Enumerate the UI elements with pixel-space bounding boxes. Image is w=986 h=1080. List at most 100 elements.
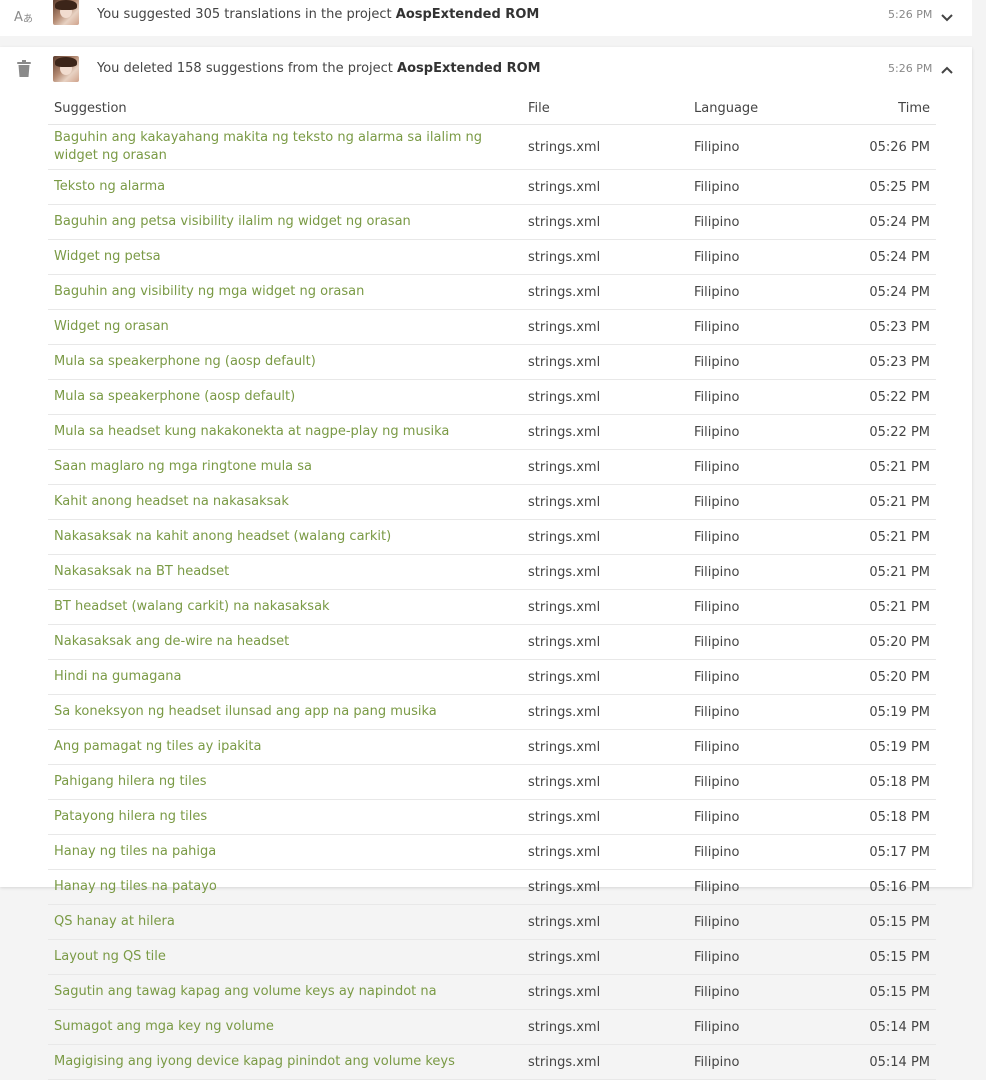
file-cell: strings.xml xyxy=(522,799,688,835)
suggestion-link[interactable]: Magigising ang iyong device kapag pinind… xyxy=(48,1044,522,1080)
time-cell: 05:20 PM xyxy=(798,659,936,695)
table-row: Widget ng orasan strings.xml Filipino 05:23… xyxy=(48,309,936,345)
header-time: Time xyxy=(798,92,936,125)
time-cell: 05:20 PM xyxy=(798,624,936,660)
suggestion-link[interactable]: Nakasaksak na BT headset xyxy=(48,554,522,590)
table-row: Ang pamagat ng tiles ay ipakita strings.x… xyxy=(48,729,936,765)
file-cell: strings.xml xyxy=(522,309,688,345)
language-cell: Filipino xyxy=(688,554,798,590)
table-row: Baguhin ang visibility ng mga widget ng … xyxy=(48,274,936,310)
suggestion-link[interactable]: Mula sa headset kung nakakonekta at nagp… xyxy=(48,414,522,450)
file-cell: strings.xml xyxy=(522,1009,688,1045)
language-cell: Filipino xyxy=(688,694,798,730)
suggestion-link[interactable]: Widget ng orasan xyxy=(48,309,522,345)
time-cell: 05:21 PM xyxy=(798,449,936,485)
suggestion-link[interactable]: Nakasaksak ang de-wire na headset xyxy=(48,624,522,660)
suggestion-link[interactable]: Baguhin ang kakayahang makita ng teksto … xyxy=(48,124,522,170)
table-row: Nakasaksak na BT headset strings.xml Filip… xyxy=(48,554,936,590)
table-row: QS hanay at hilera strings.xml Filipino 05:… xyxy=(48,904,936,940)
suggestion-link[interactable]: Kahit anong headset na nakasaksak xyxy=(48,484,522,520)
table-row: Widget ng petsa strings.xml Filipino 05:24 … xyxy=(48,239,936,275)
table-row: Magigising ang iyong device kapag pinind… xyxy=(48,1044,936,1080)
language-cell: Filipino xyxy=(688,764,798,800)
table-row: Sumagot ang mga key ng volume strings.xml… xyxy=(48,1009,936,1045)
table-header-row: Suggestion File Language Time xyxy=(48,92,936,125)
file-cell: strings.xml xyxy=(522,659,688,695)
suggestion-link[interactable]: Sagutin ang tawag kapag ang volume keys … xyxy=(48,974,522,1010)
file-cell: strings.xml xyxy=(522,764,688,800)
language-cell: Filipino xyxy=(688,239,798,275)
suggestion-link[interactable]: BT headset (walang carkit) na nakasaksak xyxy=(48,589,522,625)
suggestion-link[interactable]: Layout ng QS tile xyxy=(48,939,522,975)
file-cell: strings.xml xyxy=(522,589,688,625)
table-row: Layout ng QS tile strings.xml Filipino 05:1… xyxy=(48,939,936,975)
time-cell: 05:21 PM xyxy=(798,519,936,555)
project-link[interactable]: AospExtended ROM xyxy=(396,7,540,22)
chevron-down-icon[interactable] xyxy=(940,8,960,22)
time-cell: 05:14 PM xyxy=(798,1044,936,1080)
activity-text: You suggested 305 translations in the pr… xyxy=(97,7,539,22)
file-cell: strings.xml xyxy=(522,1044,688,1080)
suggestion-link[interactable]: Hanay ng tiles na patayo xyxy=(48,869,522,905)
table-row: Saan maglaro ng mga ringtone mula sa stri… xyxy=(48,449,936,485)
suggestion-link[interactable]: Hindi na gumagana xyxy=(48,659,522,695)
svg-text:あ: あ xyxy=(23,13,33,24)
project-link[interactable]: AospExtended ROM xyxy=(397,61,541,76)
suggestion-link[interactable]: Ang pamagat ng tiles ay ipakita xyxy=(48,729,522,765)
time-cell: 05:16 PM xyxy=(798,869,936,905)
file-cell: strings.xml xyxy=(522,449,688,485)
activity-text: You deleted 158 suggestions from the pro… xyxy=(97,61,541,76)
time-cell: 05:21 PM xyxy=(798,554,936,590)
time-cell: 05:22 PM xyxy=(798,379,936,415)
table-row: Baguhin ang kakayahang makita ng teksto … xyxy=(48,124,936,170)
file-cell: strings.xml xyxy=(522,124,688,170)
suggestion-link[interactable]: Hanay ng tiles na pahiga xyxy=(48,834,522,870)
time-cell: 05:14 PM xyxy=(798,1009,936,1045)
table-row: Sagutin ang tawag kapag ang volume keys … xyxy=(48,974,936,1010)
file-cell: strings.xml xyxy=(522,834,688,870)
translate-icon: A あ xyxy=(14,6,34,26)
suggestion-link[interactable]: Mula sa speakerphone (aosp default) xyxy=(48,379,522,415)
file-cell: strings.xml xyxy=(522,344,688,380)
language-cell: Filipino xyxy=(688,414,798,450)
language-cell: Filipino xyxy=(688,939,798,975)
language-cell: Filipino xyxy=(688,519,798,555)
file-cell: strings.xml xyxy=(522,204,688,240)
file-cell: strings.xml xyxy=(522,974,688,1010)
time-cell: 05:23 PM xyxy=(798,309,936,345)
suggestion-link[interactable]: Saan maglaro ng mga ringtone mula sa xyxy=(48,449,522,485)
language-cell: Filipino xyxy=(688,659,798,695)
suggestion-link[interactable]: Teksto ng alarma xyxy=(48,169,522,205)
suggestions-table: Suggestion File Language Time Baguhin an… xyxy=(48,92,936,1080)
activity-text-prefix: You deleted 158 suggestions from the pro… xyxy=(97,61,398,76)
time-cell: 05:25 PM xyxy=(798,169,936,205)
table-row: Hanay ng tiles na pahiga strings.xml Filip… xyxy=(48,834,936,870)
file-cell: strings.xml xyxy=(522,414,688,450)
avatar xyxy=(53,0,79,25)
activity-row-translations[interactable]: A あ You suggested 305 translations in th… xyxy=(0,0,972,36)
suggestion-link[interactable]: Baguhin ang petsa visibility ilalim ng w… xyxy=(48,204,522,240)
language-cell: Filipino xyxy=(688,729,798,765)
time-cell: 05:23 PM xyxy=(798,344,936,380)
suggestion-link[interactable]: Nakasaksak na kahit anong headset (walan… xyxy=(48,519,522,555)
chevron-up-icon[interactable] xyxy=(940,60,960,74)
suggestion-link[interactable]: Widget ng petsa xyxy=(48,239,522,275)
table-row: Hanay ng tiles na patayo strings.xml Filip… xyxy=(48,869,936,905)
file-cell: strings.xml xyxy=(522,379,688,415)
table-row: Kahit anong headset na nakasaksak strings… xyxy=(48,484,936,520)
time-cell: 05:24 PM xyxy=(798,274,936,310)
avatar xyxy=(53,56,79,82)
language-cell: Filipino xyxy=(688,379,798,415)
activity-time: 5:26 PM xyxy=(888,62,933,75)
suggestion-link[interactable]: Sumagot ang mga key ng volume xyxy=(48,1009,522,1045)
svg-text:A: A xyxy=(14,10,23,24)
suggestion-link[interactable]: Mula sa speakerphone ng (aosp default) xyxy=(48,344,522,380)
suggestion-link[interactable]: QS hanay at hilera xyxy=(48,904,522,940)
suggestion-link[interactable]: Baguhin ang visibility ng mga widget ng … xyxy=(48,274,522,310)
time-cell: 05:21 PM xyxy=(798,589,936,625)
suggestion-link[interactable]: Patayong hilera ng tiles xyxy=(48,799,522,835)
language-cell: Filipino xyxy=(688,869,798,905)
suggestion-link[interactable]: Sa koneksyon ng headset ilunsad ang app … xyxy=(48,694,522,730)
file-cell: strings.xml xyxy=(522,869,688,905)
suggestion-link[interactable]: Pahigang hilera ng tiles xyxy=(48,764,522,800)
